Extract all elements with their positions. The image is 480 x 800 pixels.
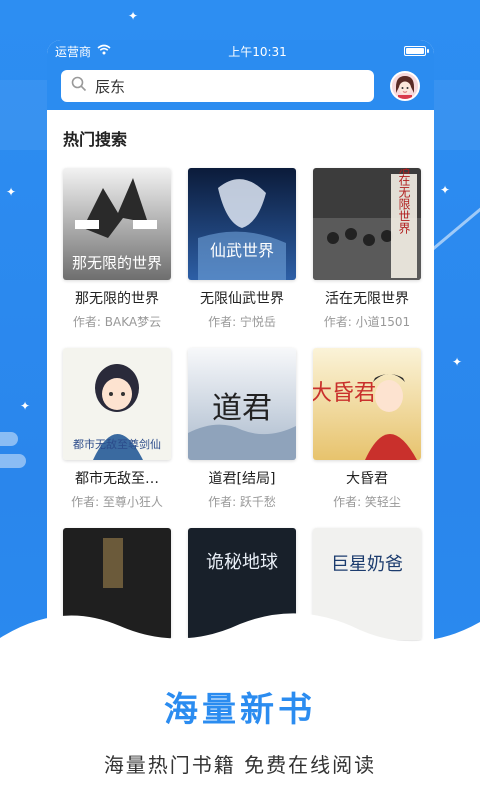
cover-title: 巨星奶爸: [331, 554, 403, 575]
cover-title: 道君: [212, 391, 272, 426]
cover-title: 活在无限世界: [397, 168, 411, 235]
book-grid: 那无限的世界 那无限的世界 作者: BAKA梦云 仙武世界 无限仙武世界 作者:…: [47, 156, 434, 653]
star-icon: ✦: [128, 9, 139, 23]
promo-footer: 海量新书 海量热门书籍 免费在线阅读: [0, 650, 480, 800]
background-bar: [0, 432, 18, 446]
book-author: 作者: 笑轻尘: [333, 495, 401, 509]
book-cover[interactable]: 都市无敌至尊剑仙: [63, 348, 171, 460]
book-card[interactable]: 都市无敌至尊剑仙 都市无敌至… 作者: 至尊小狂人: [63, 348, 171, 510]
star-icon: ✦: [440, 183, 451, 197]
battery-icon: [403, 46, 429, 56]
book-author: 作者: BAKA梦云: [72, 315, 162, 329]
search-query: 辰东: [95, 77, 126, 96]
star-icon: ✦: [6, 185, 17, 199]
search-icon: [71, 76, 87, 96]
book-cover[interactable]: 大昏君: [313, 348, 421, 460]
book-title: 大昏君: [346, 471, 388, 487]
book-card[interactable]: 仙武世界 无限仙武世界 作者: 宁悦岳: [188, 168, 296, 330]
avatar[interactable]: [390, 71, 420, 101]
book-title: 那无限的世界: [75, 291, 159, 307]
book-author: 作者: 小道1501: [323, 315, 411, 329]
status-bar: 运营商 上午10:31: [47, 40, 434, 62]
promo-slogan: 海量新书: [164, 690, 316, 730]
status-time: 上午10:31: [228, 44, 287, 59]
book-card[interactable]: 道君 道君[结局] 作者: 跃千愁: [188, 348, 296, 510]
book-cover[interactable]: 那无限的世界: [63, 168, 171, 280]
wifi-icon: [97, 44, 111, 58]
book-title: 都市无敌至…: [75, 471, 159, 487]
promo-subslogan: 海量热门书籍 免费在线阅读: [103, 753, 377, 777]
book-author: 作者: 宁悦岳: [208, 315, 276, 329]
book-author: 作者: 至尊小狂人: [71, 495, 163, 509]
cover-title: 大昏君: [313, 381, 376, 406]
book-title: 道君[结局]: [208, 471, 276, 487]
book-card[interactable]: 大昏君 大昏君 作者: 笑轻尘: [313, 348, 421, 510]
book-title: 活在无限世界: [325, 291, 409, 307]
book-cover[interactable]: 仙武世界: [188, 168, 296, 280]
book-title: 无限仙武世界: [200, 291, 284, 307]
cover-title: 仙武世界: [210, 241, 274, 260]
cover-title: 都市无敌至尊剑仙: [73, 437, 161, 451]
carrier-label: 运营商: [55, 44, 92, 59]
cover-title: 那无限的世界: [72, 254, 162, 272]
background-bar: [0, 454, 26, 468]
top-nav: 辰东: [47, 62, 434, 110]
book-author: 作者: 跃千愁: [208, 495, 276, 509]
star-icon: ✦: [20, 399, 31, 413]
book-card[interactable]: 那无限的世界 那无限的世界 作者: BAKA梦云: [63, 168, 171, 330]
search-input[interactable]: 辰东: [61, 70, 374, 102]
star-icon: ✦: [452, 355, 463, 369]
book-cover[interactable]: 活在无限世界: [313, 168, 421, 280]
cover-title: 诡秘地球: [206, 552, 278, 573]
section-title: 热门搜索: [63, 130, 128, 149]
phone-screen: 运营商 上午10:31 辰东 热门搜索 那无限的世界 那无限的世界 作者: BA…: [47, 40, 434, 660]
book-cover[interactable]: 道君: [188, 348, 296, 460]
book-card[interactable]: 活在无限世界 活在无限世界 作者: 小道1501: [313, 168, 421, 330]
